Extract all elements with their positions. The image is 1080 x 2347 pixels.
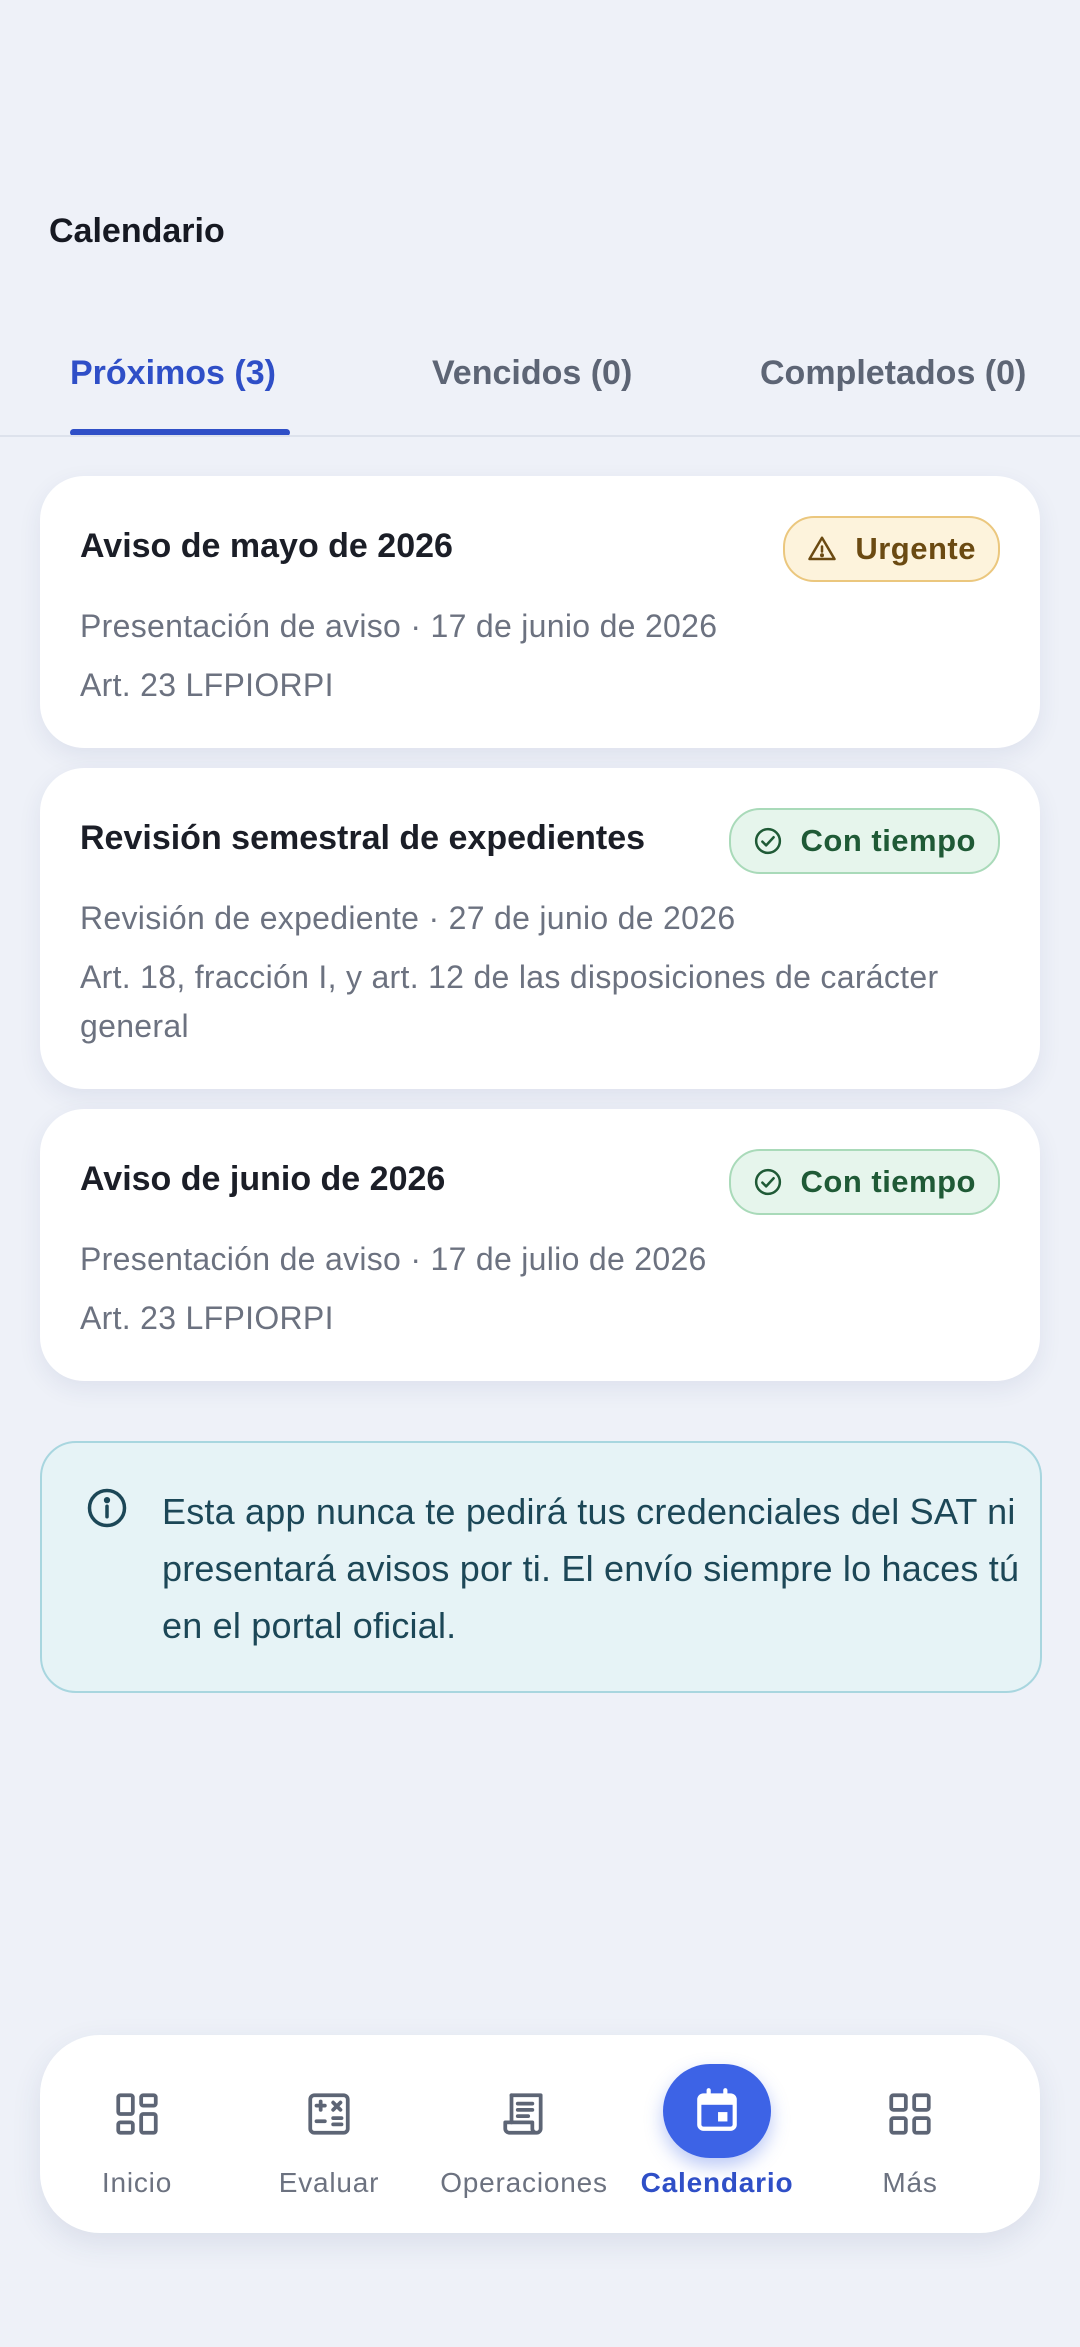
card-meta: Revisión de expediente · 27 de junio de …: [80, 900, 736, 936]
status-badge-on-time: Con tiempo: [728, 1149, 1000, 1215]
page-title: Calendario: [49, 212, 225, 250]
badge-label: Con tiempo: [800, 823, 976, 858]
badge-label: Con tiempo: [800, 1164, 976, 1199]
nav-label: Operaciones: [440, 2167, 608, 2198]
calendar-icon: [697, 2088, 737, 2131]
dashboard-icon: [116, 2093, 158, 2135]
card-reference: Art. 23 LFPIORPI: [80, 667, 334, 703]
status-badge-on-time: Con tiempo: [728, 808, 1000, 874]
grid-icon: [889, 2093, 931, 2135]
nav-item-mas[interactable]: Más: [813, 2035, 1007, 2233]
card-reference: Art. 23 LFPIORPI: [80, 1300, 334, 1336]
check-circle-icon: [754, 827, 781, 855]
tab-overflow-fade: [1030, 340, 1080, 430]
security-notice: Esta app nunca te pedirá tus credenciale…: [40, 1441, 1042, 1693]
deadline-card[interactable]: Revisión semestral de expedientes Con ti…: [40, 768, 1040, 1089]
tab-proximos[interactable]: Próximos (3): [70, 354, 276, 393]
receipt-icon: [503, 2093, 543, 2135]
tab-completados[interactable]: Completados (0): [760, 354, 1026, 393]
card-title: Aviso de mayo de 2026: [80, 527, 453, 565]
deadline-card[interactable]: Aviso de mayo de 2026 Urgente Presentaci…: [40, 476, 1040, 748]
card-title: Aviso de junio de 2026: [80, 1160, 446, 1198]
nav-label: Inicio: [101, 2167, 173, 2198]
check-circle-icon: [754, 1168, 781, 1196]
tab-vencidos[interactable]: Vencidos (0): [432, 354, 632, 393]
active-tab-indicator: [70, 429, 290, 435]
card-meta: Presentación de aviso · 17 de junio de 2…: [80, 608, 718, 644]
warning-triangle-icon: [808, 536, 837, 561]
nav-item-evaluar[interactable]: Evaluar: [232, 2035, 426, 2233]
info-icon: [87, 1488, 127, 1528]
nav-label: Más: [882, 2167, 938, 2198]
nav-item-inicio[interactable]: Inicio: [40, 2035, 234, 2233]
nav-label: Calendario: [640, 2167, 794, 2198]
badge-label: Urgente: [855, 531, 976, 566]
nav-item-calendario[interactable]: Calendario: [620, 2035, 814, 2233]
nav-item-operaciones[interactable]: Operaciones: [427, 2035, 621, 2233]
deadline-card[interactable]: Aviso de junio de 2026 Con tiempo Presen…: [40, 1109, 1040, 1381]
card-reference: Art. 18, fracción I, y art. 12 de las di…: [80, 959, 939, 1044]
card-title: Revisión semestral de expedientes: [80, 819, 646, 857]
card-meta: Presentación de aviso · 17 de julio de 2…: [80, 1241, 707, 1277]
status-badge-urgent: Urgente: [783, 516, 1000, 582]
nav-label: Evaluar: [278, 2167, 380, 2198]
notice-text: Esta app nunca te pedirá tus credenciale…: [162, 1491, 1020, 1646]
calculator-icon: [308, 2093, 350, 2135]
bottom-navigation: Inicio Evaluar Operaciones Calendario Má…: [40, 2035, 1040, 2233]
tab-bar: Próximos (3) Vencidos (0) Completados (0…: [0, 340, 1080, 437]
